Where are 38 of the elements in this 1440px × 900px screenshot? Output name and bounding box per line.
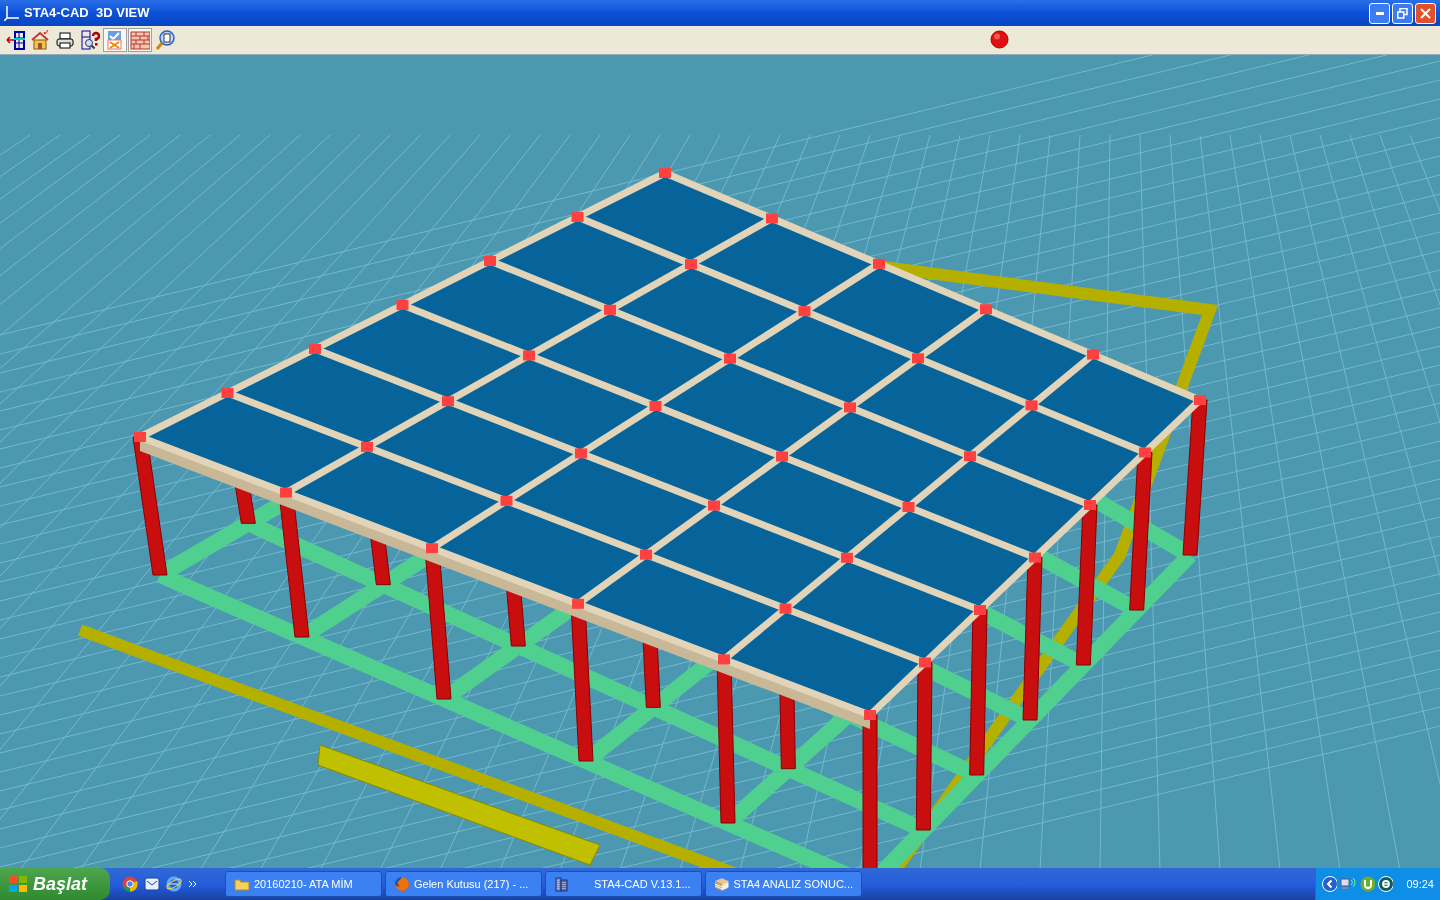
printer-icon (55, 30, 75, 50)
firefox-icon (394, 876, 410, 892)
torrent-icon[interactable] (1360, 876, 1376, 892)
record-indicator-icon (990, 30, 1009, 49)
axes-icon (4, 5, 20, 21)
folder-icon (234, 876, 250, 892)
chevron-icon[interactable] (188, 880, 197, 888)
magnifier-question-icon (80, 30, 100, 50)
box-icon (714, 876, 730, 892)
close-button[interactable] (1415, 2, 1436, 24)
taskbar-button[interactable]: 20160210- ATA MİM (225, 871, 382, 897)
toolbar-button[interactable] (153, 28, 177, 52)
chrome-icon[interactable] (122, 876, 138, 892)
envelope-icon[interactable] (144, 876, 160, 892)
taskbar-button[interactable]: Gelen Kutusu (217) - ... (385, 871, 542, 897)
brick-wall-icon (130, 30, 150, 50)
minimize-icon (1375, 11, 1384, 15)
minimize-button[interactable] (1369, 2, 1390, 24)
internet-explorer-icon[interactable] (166, 876, 182, 892)
toolbar-button[interactable] (78, 28, 102, 52)
checkbox-icon (105, 30, 125, 50)
close-icon (1420, 7, 1431, 19)
building-icon (554, 876, 570, 892)
house-icon (30, 30, 50, 50)
clock: 09:24 (1406, 876, 1434, 892)
windows-logo-icon (8, 875, 28, 893)
back-arrow-icon[interactable] (1322, 876, 1338, 892)
antivirus-icon[interactable] (1378, 876, 1394, 892)
taskbar-button[interactable]: STA4 ANALIZ SONUC... (705, 871, 862, 897)
network-icon[interactable] (1340, 876, 1358, 892)
toolbar-button[interactable] (3, 28, 27, 52)
taskbar-button[interactable]: STA4-CAD V.13.1... (545, 871, 702, 897)
window-title: STA4-CAD 3D VIEW (24, 4, 150, 23)
magnifier-page-icon (155, 30, 175, 50)
exit-icon (5, 30, 25, 50)
restore-button[interactable] (1392, 2, 1413, 24)
restore-icon (1397, 7, 1408, 19)
start-button[interactable]: Başlat (0, 868, 110, 900)
